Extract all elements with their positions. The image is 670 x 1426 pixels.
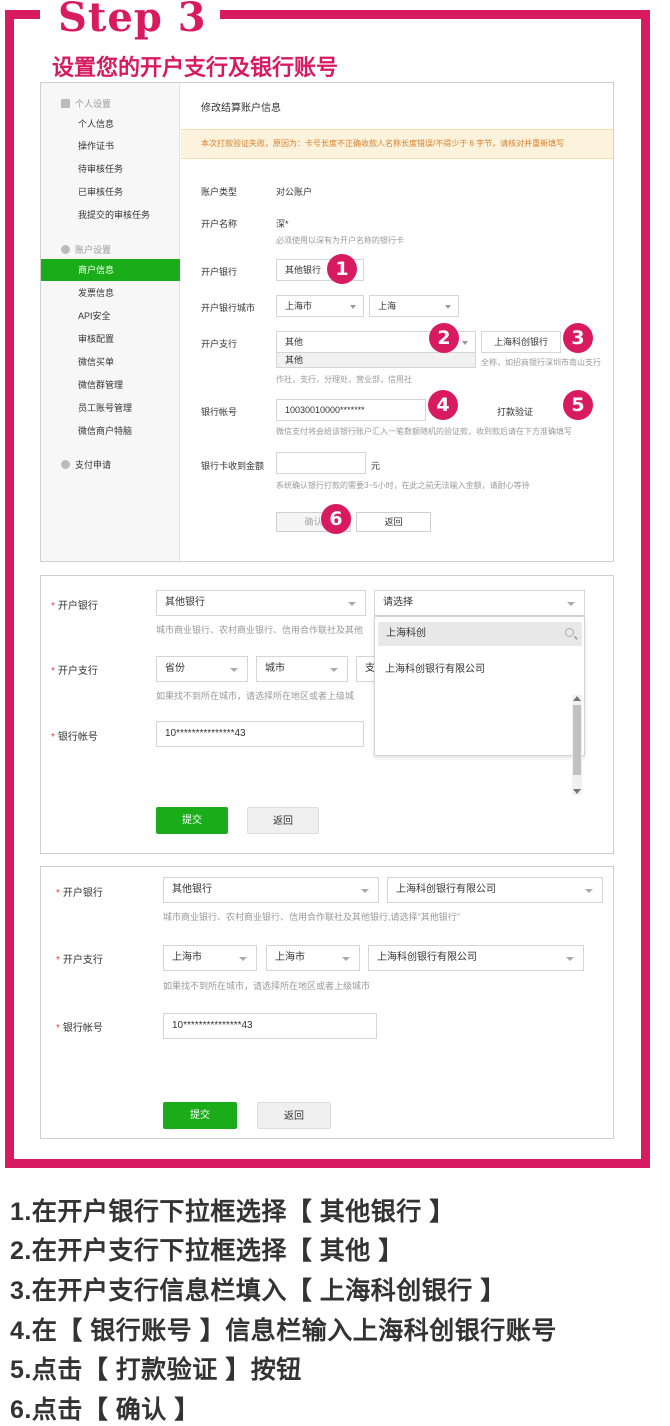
- bank-select[interactable]: 其他银行: [156, 590, 366, 616]
- scroll-down-icon[interactable]: [573, 789, 581, 798]
- sidebar-group-account: 账户设置: [61, 243, 111, 256]
- city-select[interactable]: 上海市: [266, 945, 360, 971]
- branch-select[interactable]: 上海科创银行有限公司: [368, 945, 584, 971]
- sidebar-item-merchant-info[interactable]: 商户信息: [41, 259, 180, 281]
- search-icon: [565, 628, 574, 637]
- sidebar-item[interactable]: 操作证书: [41, 135, 180, 157]
- submit-button[interactable]: 提交: [156, 807, 228, 834]
- step-badge-1: 1: [327, 254, 357, 284]
- instruction-5: 5.点击【 打款验证 】按钮: [10, 1356, 302, 1384]
- sidebar-group-payment[interactable]: 支付申请: [61, 458, 111, 471]
- bank-city-select-2[interactable]: 上海: [369, 295, 459, 317]
- instruction-3: 3.在开户支行信息栏填入【 上海科创银行 】: [10, 1277, 506, 1305]
- account-hint: 微信支付将会给该银行账户汇入一笔数额随机的验证款，收到款后请在下方准确填写: [276, 427, 572, 436]
- grid-icon: [61, 99, 70, 108]
- gear-icon: [61, 245, 70, 254]
- scroll-up-icon[interactable]: [573, 692, 581, 701]
- bank-hint: 城市商业银行、农村商业银行、信用合作联社及其他: [156, 625, 364, 635]
- account-name-label: 开户名称: [201, 219, 238, 229]
- bank-label: 开户银行: [201, 267, 238, 277]
- dropdown-scrollbar[interactable]: [572, 695, 582, 795]
- dropdown-search-input[interactable]: 上海科创: [378, 622, 582, 646]
- bank-label: * 开户银行: [56, 888, 103, 899]
- province-select[interactable]: 上海市: [163, 945, 257, 971]
- account-type-label: 账户类型: [201, 187, 238, 197]
- warning-banner: 本次打款验证失败，原因为：卡号长度不正确收款人名称长度错误/不得少于 6 字节，…: [181, 129, 613, 159]
- account-input[interactable]: 10***************43: [163, 1013, 377, 1039]
- instruction-6: 6.点击【 确认 】: [10, 1396, 200, 1424]
- branch-hint-right: 全称，如招商银行深圳市南山支行: [481, 358, 601, 367]
- amount-unit: 元: [371, 461, 381, 471]
- back-button[interactable]: 返回: [356, 512, 431, 532]
- account-label: * 银行帐号: [51, 732, 98, 743]
- sidebar-item[interactable]: 待审核任务: [41, 158, 180, 180]
- back-button[interactable]: 返回: [257, 1102, 331, 1129]
- account-label: * 银行帐号: [56, 1023, 103, 1034]
- branch-hint: 如果找不到所在城市，请选择所在地区或者上级城市: [163, 981, 371, 991]
- instruction-1: 1.在开户银行下拉框选择【 其他银行 】: [10, 1198, 455, 1226]
- branch-label: * 开户支行: [56, 955, 103, 966]
- sidebar-item[interactable]: 微信买单: [41, 351, 180, 373]
- branch-label: * 开户支行: [51, 666, 98, 677]
- branch-label: 开户支行: [201, 339, 238, 349]
- account-name-hint: 必须使用以深有为开户名称的银行卡: [276, 236, 404, 245]
- amount-label: 银行卡收到金额: [201, 461, 265, 471]
- branch-hint: 作社，支行，分理处，营业部，信用社: [276, 375, 412, 384]
- sidebar-item[interactable]: 员工账号管理: [41, 397, 180, 419]
- sidebar-item[interactable]: 我提交的审核任务: [41, 204, 180, 226]
- step-badge-6: 6: [321, 504, 351, 534]
- step-badge-4: 4: [428, 390, 458, 420]
- bank-select-2[interactable]: 上海科创银行有限公司: [387, 877, 603, 903]
- screenshot-settlement-form: 个人设置 个人信息 操作证书 待审核任务 已审核任务 我提交的审核任务 账户设置…: [40, 82, 614, 562]
- sidebar-group-personal: 个人设置: [61, 97, 111, 110]
- account-name-value: 深*: [276, 219, 289, 229]
- step-badge-2: 2: [429, 323, 459, 353]
- sidebar: 个人设置 个人信息 操作证书 待审核任务 已审核任务 我提交的审核任务 账户设置…: [41, 83, 180, 561]
- sidebar-item[interactable]: 已审核任务: [41, 181, 180, 203]
- frame-top-left: [5, 10, 40, 19]
- bank-city-label: 开户银行城市: [201, 303, 256, 313]
- dropdown-option[interactable]: 上海科创银行有限公司: [385, 660, 485, 675]
- screenshot-filled-form: * 开户银行 其他银行 上海科创银行有限公司 城市商业银行、农村商业银行、信用合作…: [40, 866, 614, 1139]
- sidebar-item[interactable]: 审核配置: [41, 328, 180, 350]
- back-button[interactable]: 返回: [247, 807, 319, 834]
- sidebar-item[interactable]: 发票信息: [41, 282, 180, 304]
- province-select[interactable]: 省份: [156, 656, 248, 682]
- account-no-label: 银行帐号: [201, 407, 238, 417]
- amount-hint: 系统确认银行打款的需要3~5小时，在此之前无法输入金额，请耐心等待: [276, 481, 530, 490]
- account-no-input[interactable]: 10030010000*******: [276, 399, 426, 421]
- page-title: 修改结算账户信息: [201, 103, 281, 114]
- account-input[interactable]: 10***************43: [156, 721, 364, 747]
- bank-select[interactable]: 其他银行: [163, 877, 379, 903]
- branch-hint: 如果找不到所在城市，请选择所在地区或者上级城: [156, 691, 355, 701]
- instruction-4: 4.在【 银行账号 】信息栏输入上海科创银行账号: [10, 1317, 557, 1345]
- sidebar-item[interactable]: 微信商户特脑: [41, 420, 180, 442]
- instruction-2: 2.在开户支行下拉框选择【 其他 】: [10, 1237, 404, 1265]
- bank-label: * 开户银行: [51, 601, 98, 612]
- bank-select-2[interactable]: 请选择: [374, 590, 585, 616]
- sidebar-item[interactable]: API安全: [41, 305, 180, 327]
- submit-button[interactable]: 提交: [163, 1102, 237, 1129]
- account-type-value: 对公账户: [276, 187, 313, 197]
- scroll-thumb[interactable]: [573, 705, 581, 775]
- branch-dropdown: 上海科创 上海科创银行有限公司: [374, 616, 585, 795]
- bank-hint: 城市商业银行、农村商业银行、信用合作联社及其他银行,请选择"其他银行": [163, 912, 460, 922]
- branch-option[interactable]: 其他: [276, 352, 476, 368]
- step-badge-5: 5: [563, 390, 593, 420]
- city-select[interactable]: 城市: [256, 656, 348, 682]
- frame-top-right: [220, 10, 650, 19]
- screenshot-branch-search: * 开户银行 其他银行 请选择 城市商业银行、农村商业银行、信用合作联社及其他 *…: [40, 575, 614, 854]
- step-badge-3: 3: [563, 323, 593, 353]
- payment-icon: [61, 460, 70, 469]
- verify-button[interactable]: 打款验证: [497, 405, 533, 418]
- sidebar-item[interactable]: 微信群管理: [41, 374, 180, 396]
- step-subtitle: 设置您的开户支行及银行账号: [52, 55, 339, 80]
- amount-input[interactable]: [276, 452, 366, 474]
- sidebar-item[interactable]: 个人信息: [41, 113, 180, 135]
- step-title: Step 3: [58, 0, 207, 41]
- settlement-main: 修改结算账户信息 本次打款验证失败，原因为：卡号长度不正确收款人名称长度错误/不…: [181, 83, 613, 561]
- bank-city-select[interactable]: 上海市: [276, 295, 364, 317]
- branch-name-input[interactable]: 上海科创银行: [481, 331, 561, 353]
